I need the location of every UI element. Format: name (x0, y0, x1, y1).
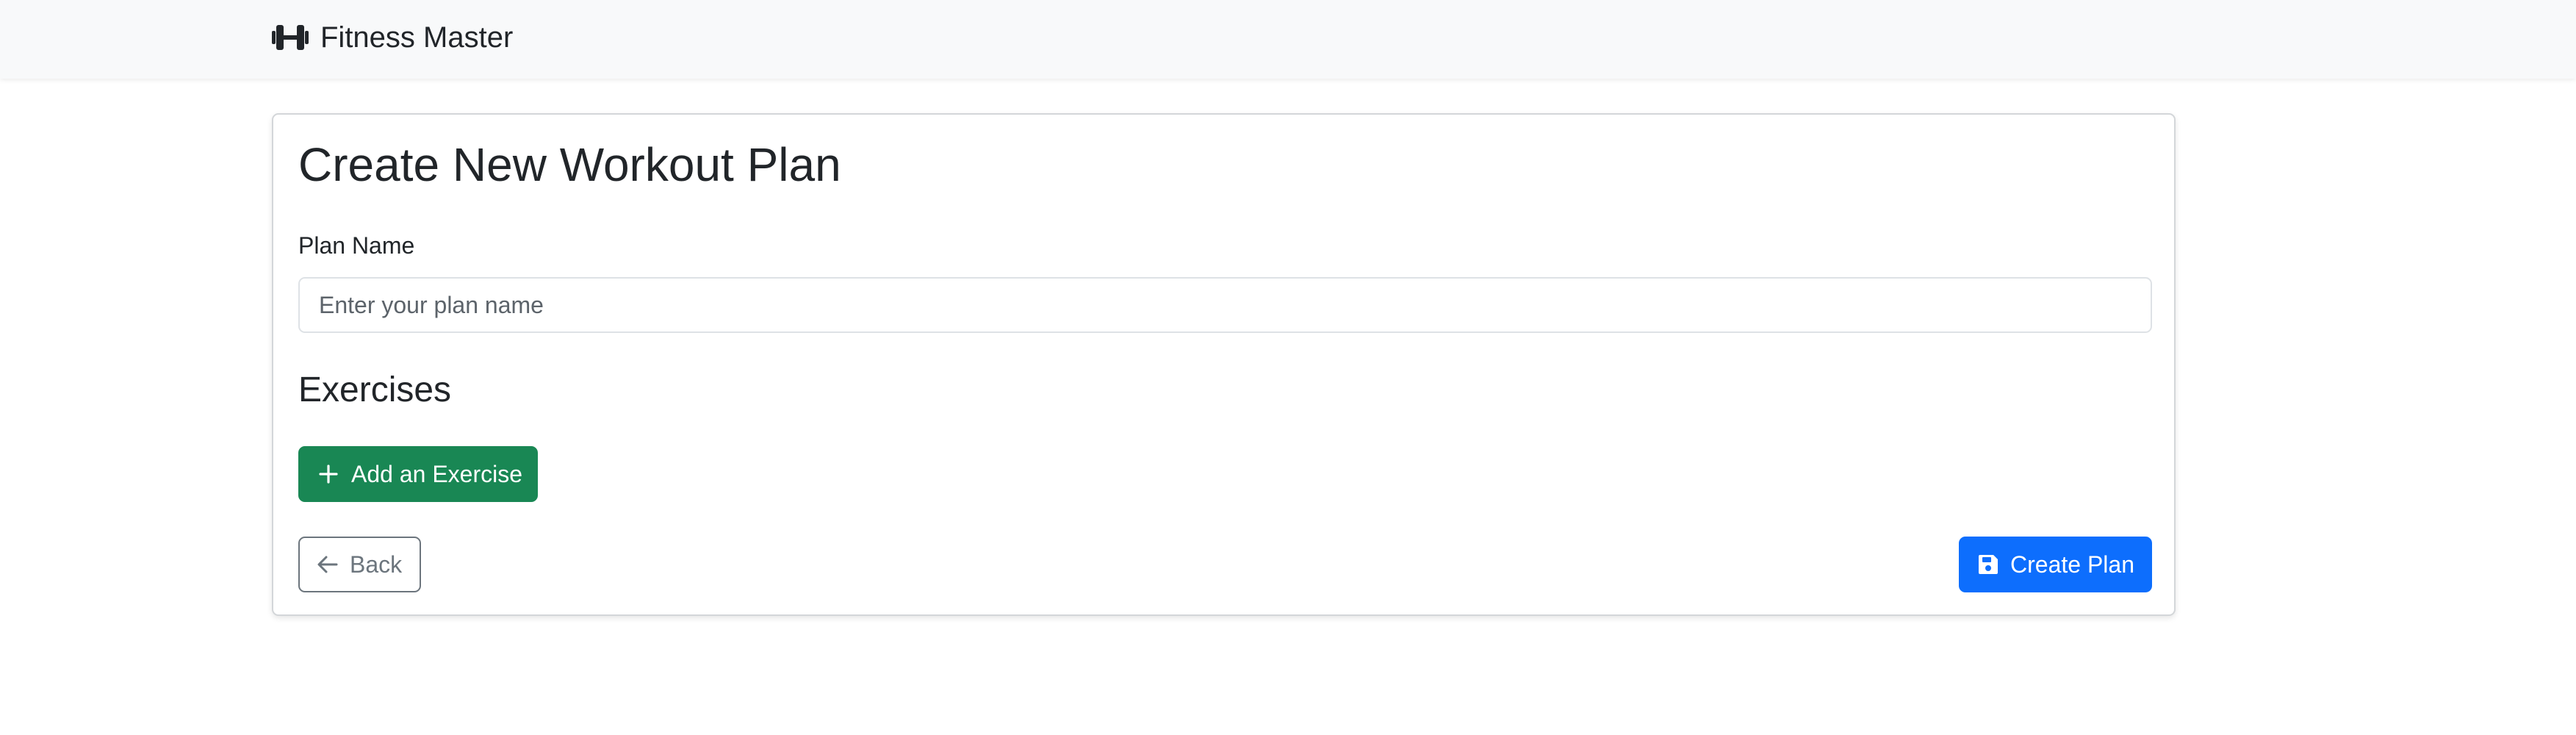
brand-name: Fitness Master (320, 21, 514, 54)
create-plan-label: Create Plan (2010, 551, 2134, 578)
save-icon (1979, 555, 1998, 574)
plan-name-input[interactable] (298, 277, 2152, 333)
add-exercise-button[interactable]: Add an Exercise (298, 446, 538, 502)
dumbbell-icon (272, 25, 309, 50)
create-plan-button[interactable]: Create Plan (1959, 537, 2152, 592)
plan-name-label: Plan Name (298, 232, 415, 259)
navbar: Fitness Master (0, 0, 2576, 79)
create-plan-card: Create New Workout Plan Plan Name Exerci… (272, 113, 2176, 616)
back-label: Back (350, 551, 403, 578)
brand[interactable]: Fitness Master (272, 16, 513, 59)
add-exercise-label: Add an Exercise (351, 460, 523, 487)
page-title: Create New Workout Plan (298, 138, 841, 191)
plus-icon (319, 465, 338, 484)
back-button[interactable]: Back (298, 537, 421, 592)
arrow-left-icon (317, 556, 338, 573)
exercises-heading: Exercises (298, 370, 452, 409)
